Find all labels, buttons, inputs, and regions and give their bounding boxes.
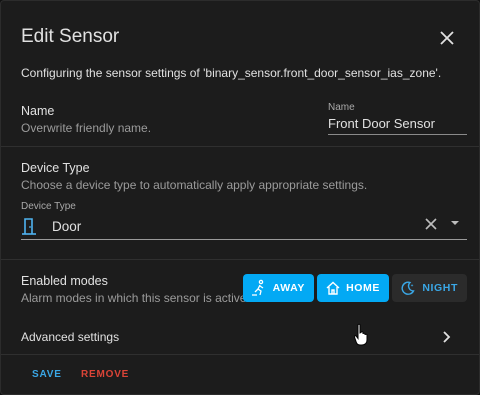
save-button[interactable]: SAVE — [32, 369, 62, 380]
walk-icon — [252, 279, 264, 296]
modes-label: Enabled modes — [21, 274, 108, 288]
home-icon — [326, 281, 340, 295]
device-type-select[interactable]: Device Type Door — [21, 201, 467, 240]
close-icon — [440, 31, 454, 45]
clear-icon[interactable] — [424, 217, 438, 231]
name-sublabel: Overwrite friendly name. — [21, 121, 152, 135]
mode-away-label: AWAY — [272, 282, 305, 294]
moon-icon — [401, 281, 415, 295]
chevron-right-icon — [443, 331, 451, 343]
dropdown-arrow-icon[interactable] — [450, 219, 460, 227]
device-type-field-label: Device Type — [21, 201, 76, 212]
mode-home-label: HOME — [346, 282, 380, 294]
device-type-value: Door — [52, 219, 82, 234]
modes-section-header: Enabled modes Alarm modes in which this … — [21, 274, 250, 305]
advanced-settings-label: Advanced settings — [21, 330, 120, 344]
name-label: Name — [21, 104, 55, 118]
door-icon — [22, 218, 36, 235]
remove-button[interactable]: REMOVE — [81, 369, 129, 380]
mode-night-button[interactable]: NIGHT — [392, 274, 467, 302]
dialog-title: Edit Sensor — [21, 26, 120, 47]
modes-sublabel: Alarm modes in which this sensor is acti… — [21, 291, 250, 305]
device-type-sublabel: Choose a device type to automatically ap… — [21, 178, 368, 192]
mode-home-button[interactable]: HOME — [317, 274, 389, 302]
name-section-header: Name Overwrite friendly name. — [21, 104, 151, 135]
close-button[interactable] — [434, 25, 460, 51]
advanced-settings-row[interactable]: Advanced settings — [1, 319, 479, 353]
name-input[interactable]: Name Front Door Sensor — [328, 102, 467, 135]
edit-sensor-dialog: Edit Sensor Configuring the sensor setti… — [0, 0, 480, 395]
device-type-label: Device Type — [21, 161, 90, 175]
divider — [1, 259, 479, 260]
dialog-description: Configuring the sensor settings of 'bina… — [21, 66, 442, 80]
hand-cursor-icon — [353, 323, 368, 346]
name-field-label: Name — [328, 102, 355, 113]
mode-night-label: NIGHT — [422, 282, 458, 294]
name-field-value[interactable]: Front Door Sensor — [328, 116, 467, 131]
divider — [1, 146, 479, 147]
divider — [1, 354, 479, 355]
mode-away-button[interactable]: AWAY — [243, 274, 314, 302]
device-type-section-header: Device Type Choose a device type to auto… — [21, 161, 367, 192]
